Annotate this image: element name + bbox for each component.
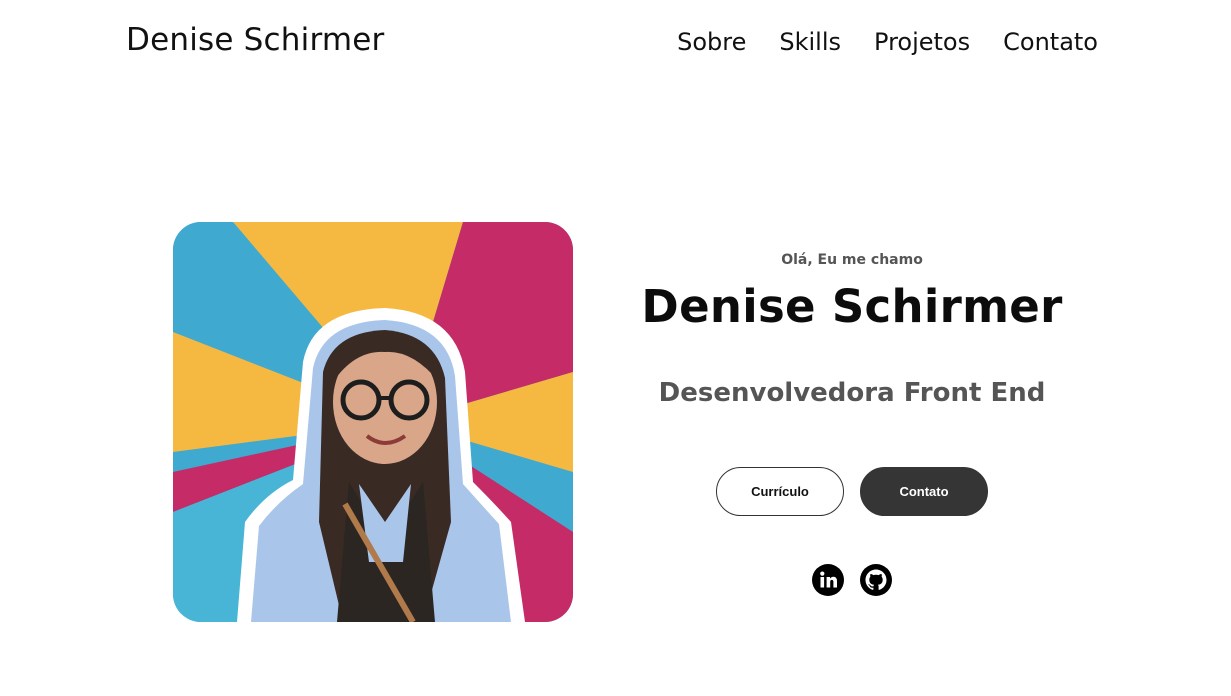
social-links (812, 564, 894, 596)
profile-photo-illustration (173, 222, 573, 622)
hero-role: Desenvolvedora Front End (658, 378, 1046, 408)
profile-photo (173, 222, 573, 622)
nav-link-sobre[interactable]: Sobre (677, 28, 746, 56)
site-header: Denise Schirmer Sobre Skills Projetos Co… (0, 0, 1231, 86)
github-icon[interactable] (860, 564, 892, 596)
main-nav: Sobre Skills Projetos Contato (677, 28, 1098, 56)
nav-link-skills[interactable]: Skills (779, 28, 841, 56)
hero-name: Denise Schirmer (641, 280, 1063, 333)
curriculo-button[interactable]: Currículo (716, 467, 844, 516)
nav-link-contato[interactable]: Contato (1003, 28, 1098, 56)
nav-link-projetos[interactable]: Projetos (874, 28, 970, 56)
site-brand[interactable]: Denise Schirmer (126, 22, 384, 58)
contato-button[interactable]: Contato (860, 467, 988, 516)
greeting-text: Olá, Eu me chamo (781, 252, 923, 268)
linkedin-icon[interactable] (812, 564, 844, 596)
portfolio-page: Denise Schirmer Sobre Skills Projetos Co… (0, 0, 1231, 696)
